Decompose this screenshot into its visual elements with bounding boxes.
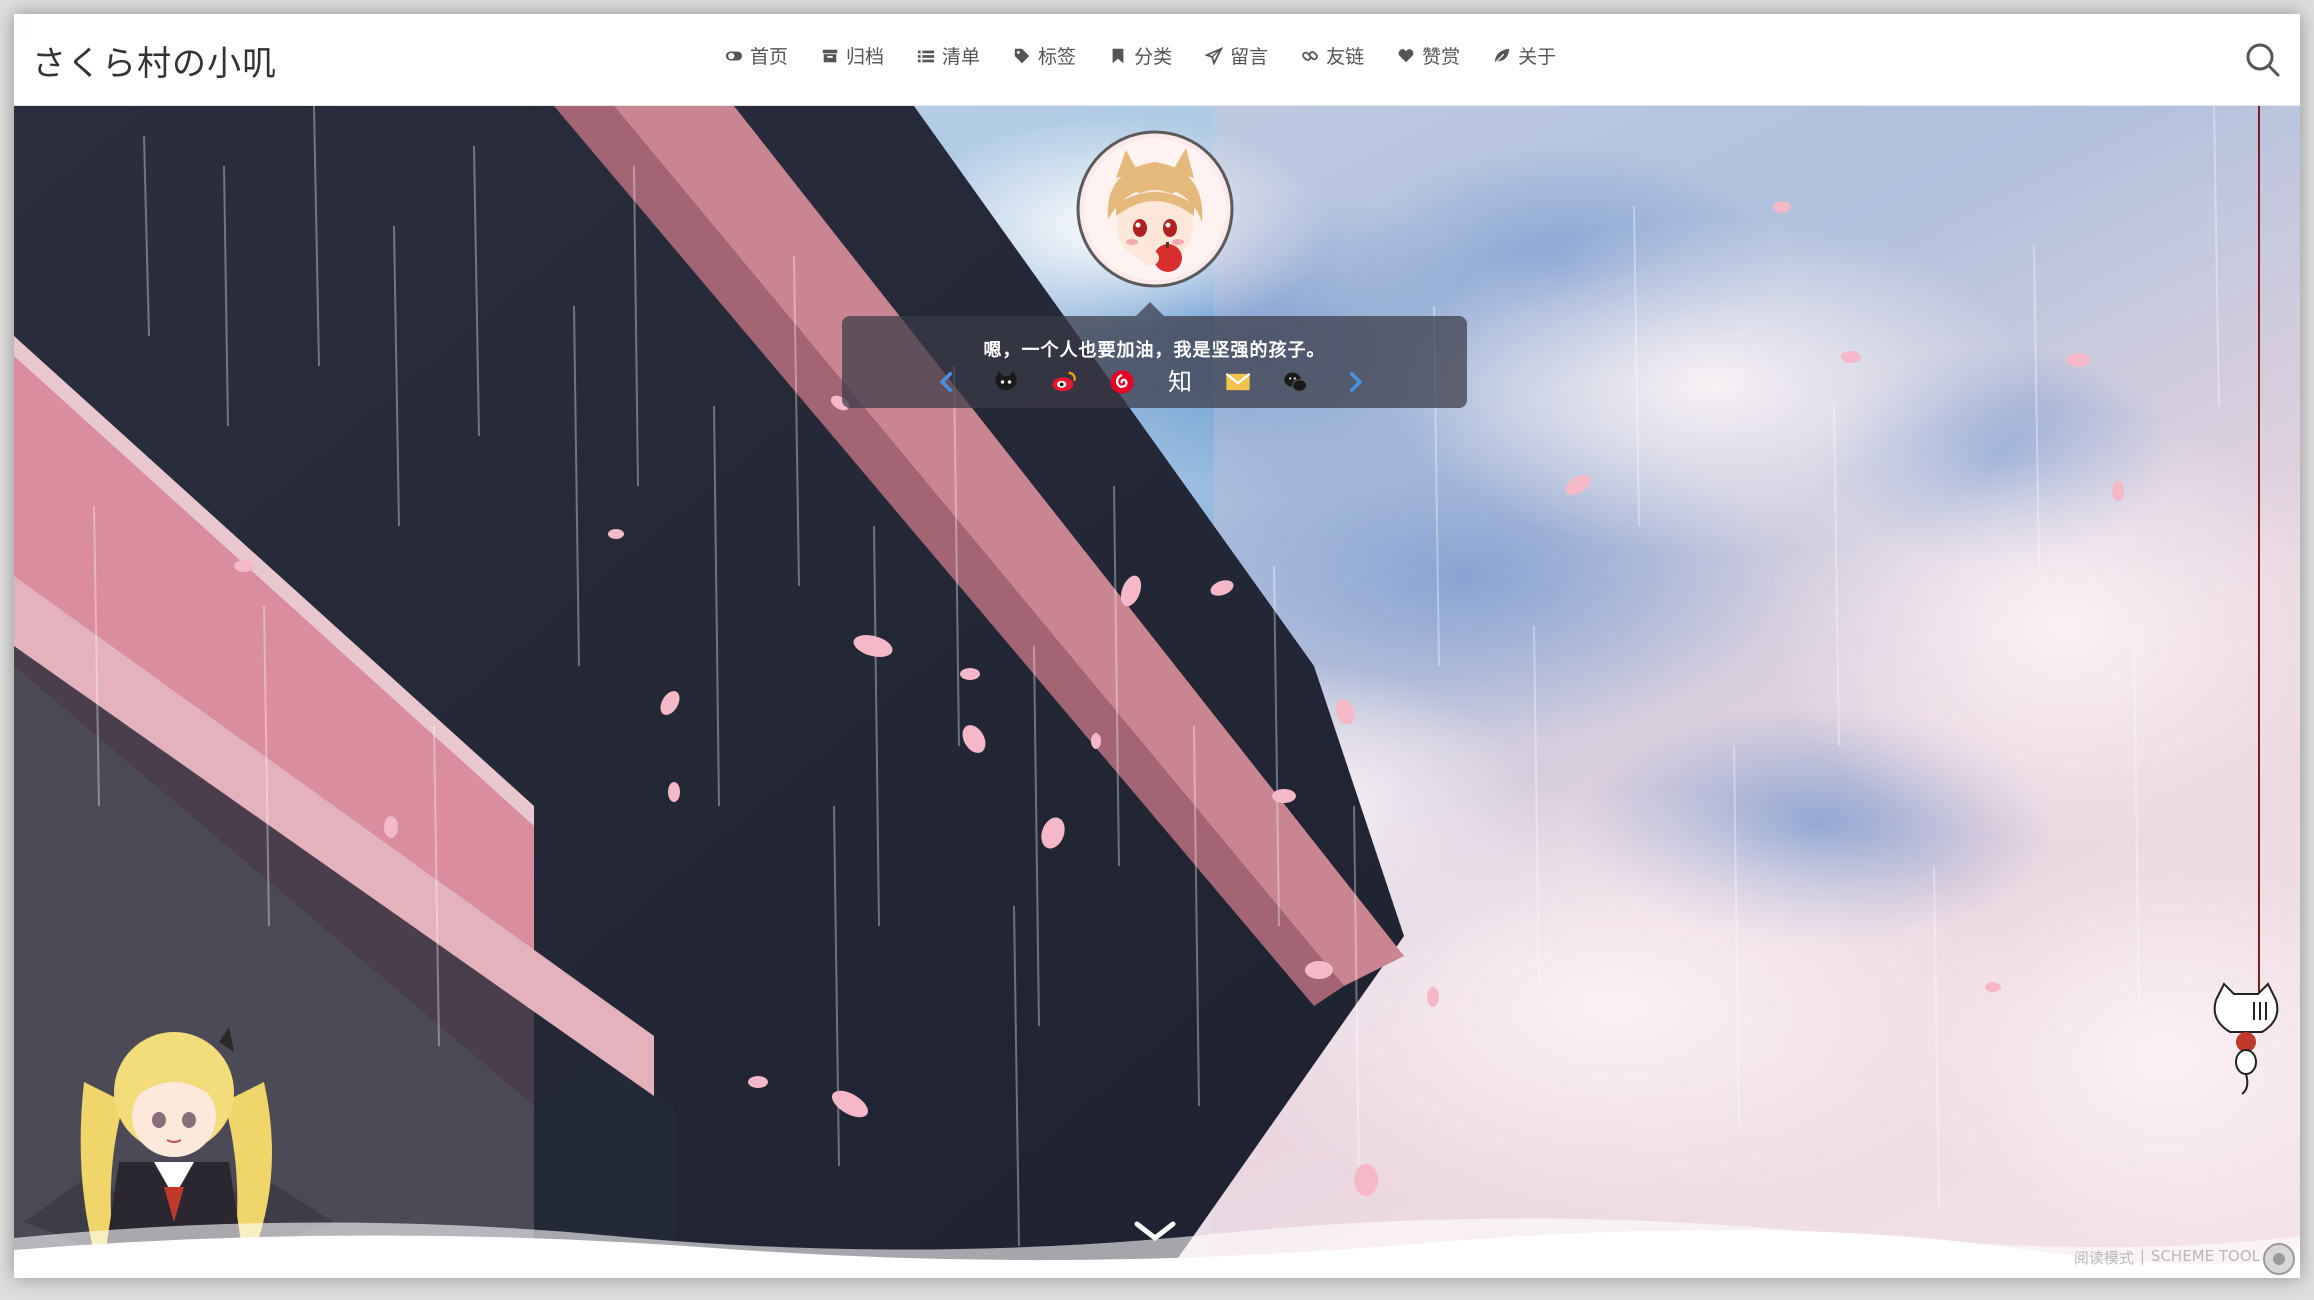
scheme-tool-link[interactable]: SCHEME TOOL: [2151, 1247, 2260, 1268]
nav-label: 留言: [1230, 46, 1269, 68]
nav-label: 友链: [1326, 46, 1365, 68]
site-header: さくら村の小叽 首页 归档 清单 标签 分类 留言 友链 赞赏 关于: [14, 14, 2300, 106]
netease-music-icon[interactable]: [1106, 366, 1138, 398]
email-icon[interactable]: [1222, 366, 1254, 398]
zhihu-glyph: 知: [1168, 368, 1192, 396]
browser-window: 嗯，一个人也要加油，我是坚强的孩子。 知 阅读模式 | SCHEME TOOL …: [14, 14, 2300, 1278]
zhihu-icon[interactable]: 知: [1164, 366, 1196, 398]
prev-arrow-icon[interactable]: [932, 366, 964, 398]
leaf-icon: [1492, 46, 1512, 66]
nav-item-links[interactable]: 友链: [1300, 42, 1364, 69]
motto-text: 嗯，一个人也要加油，我是坚强的孩子。: [983, 340, 1326, 361]
github-icon[interactable]: [990, 366, 1022, 398]
weibo-icon[interactable]: [1048, 366, 1080, 398]
social-links: 知: [932, 366, 1370, 398]
toggle-icon: [724, 46, 744, 66]
link-icon: [1300, 46, 1320, 66]
nav-item-list[interactable]: 清单: [916, 42, 980, 69]
nav-item-about[interactable]: 关于: [1492, 42, 1556, 69]
scroll-down-chevron-icon[interactable]: [1131, 1216, 1179, 1246]
reading-mode-link[interactable]: 阅读模式: [2074, 1247, 2134, 1268]
tag-icon: [1012, 46, 1032, 66]
heart-icon: [1396, 46, 1416, 66]
back-to-top-rope: [2258, 106, 2260, 996]
site-title[interactable]: さくら村の小叽: [32, 36, 277, 85]
settings-gear-icon[interactable]: [2262, 1242, 2296, 1276]
nav-label: 分类: [1134, 46, 1173, 68]
nav-label: 归档: [846, 46, 885, 68]
nav-label: 清单: [942, 46, 981, 68]
nav-item-guestbook[interactable]: 留言: [1204, 42, 1268, 69]
next-arrow-icon[interactable]: [1338, 366, 1370, 398]
search-icon[interactable]: [2244, 41, 2282, 79]
bookmark-icon: [1108, 46, 1128, 66]
footer-toolbar: 阅读模式 | SCHEME TOOL: [2074, 1247, 2260, 1268]
toolbar-separator: |: [2139, 1247, 2145, 1265]
hero-section: 嗯，一个人也要加油，我是坚强的孩子。 知 阅读模式 | SCHEME TOOL: [14, 106, 2300, 1278]
author-avatar[interactable]: [1076, 130, 1234, 288]
list-icon: [916, 46, 936, 66]
nav-label: 首页: [750, 46, 789, 68]
paper-plane-icon: [1204, 46, 1224, 66]
nav-item-archive[interactable]: 归档: [820, 42, 884, 69]
archive-icon: [820, 46, 840, 66]
profile-card: 嗯，一个人也要加油，我是坚强的孩子。 知: [842, 302, 1467, 408]
back-to-top-cat-icon[interactable]: [2206, 980, 2286, 1100]
nav-label: 标签: [1038, 46, 1077, 68]
main-nav: 首页 归档 清单 标签 分类 留言 友链 赞赏 关于: [724, 42, 1556, 69]
card-pointer: [1136, 302, 1164, 316]
nav-label: 赞赏: [1422, 46, 1461, 68]
nav-item-categories[interactable]: 分类: [1108, 42, 1172, 69]
nav-item-tags[interactable]: 标签: [1012, 42, 1076, 69]
nav-item-home[interactable]: 首页: [724, 42, 788, 69]
nav-item-donate[interactable]: 赞赏: [1396, 42, 1460, 69]
wechat-icon[interactable]: [1280, 366, 1312, 398]
nav-label: 关于: [1518, 46, 1557, 68]
